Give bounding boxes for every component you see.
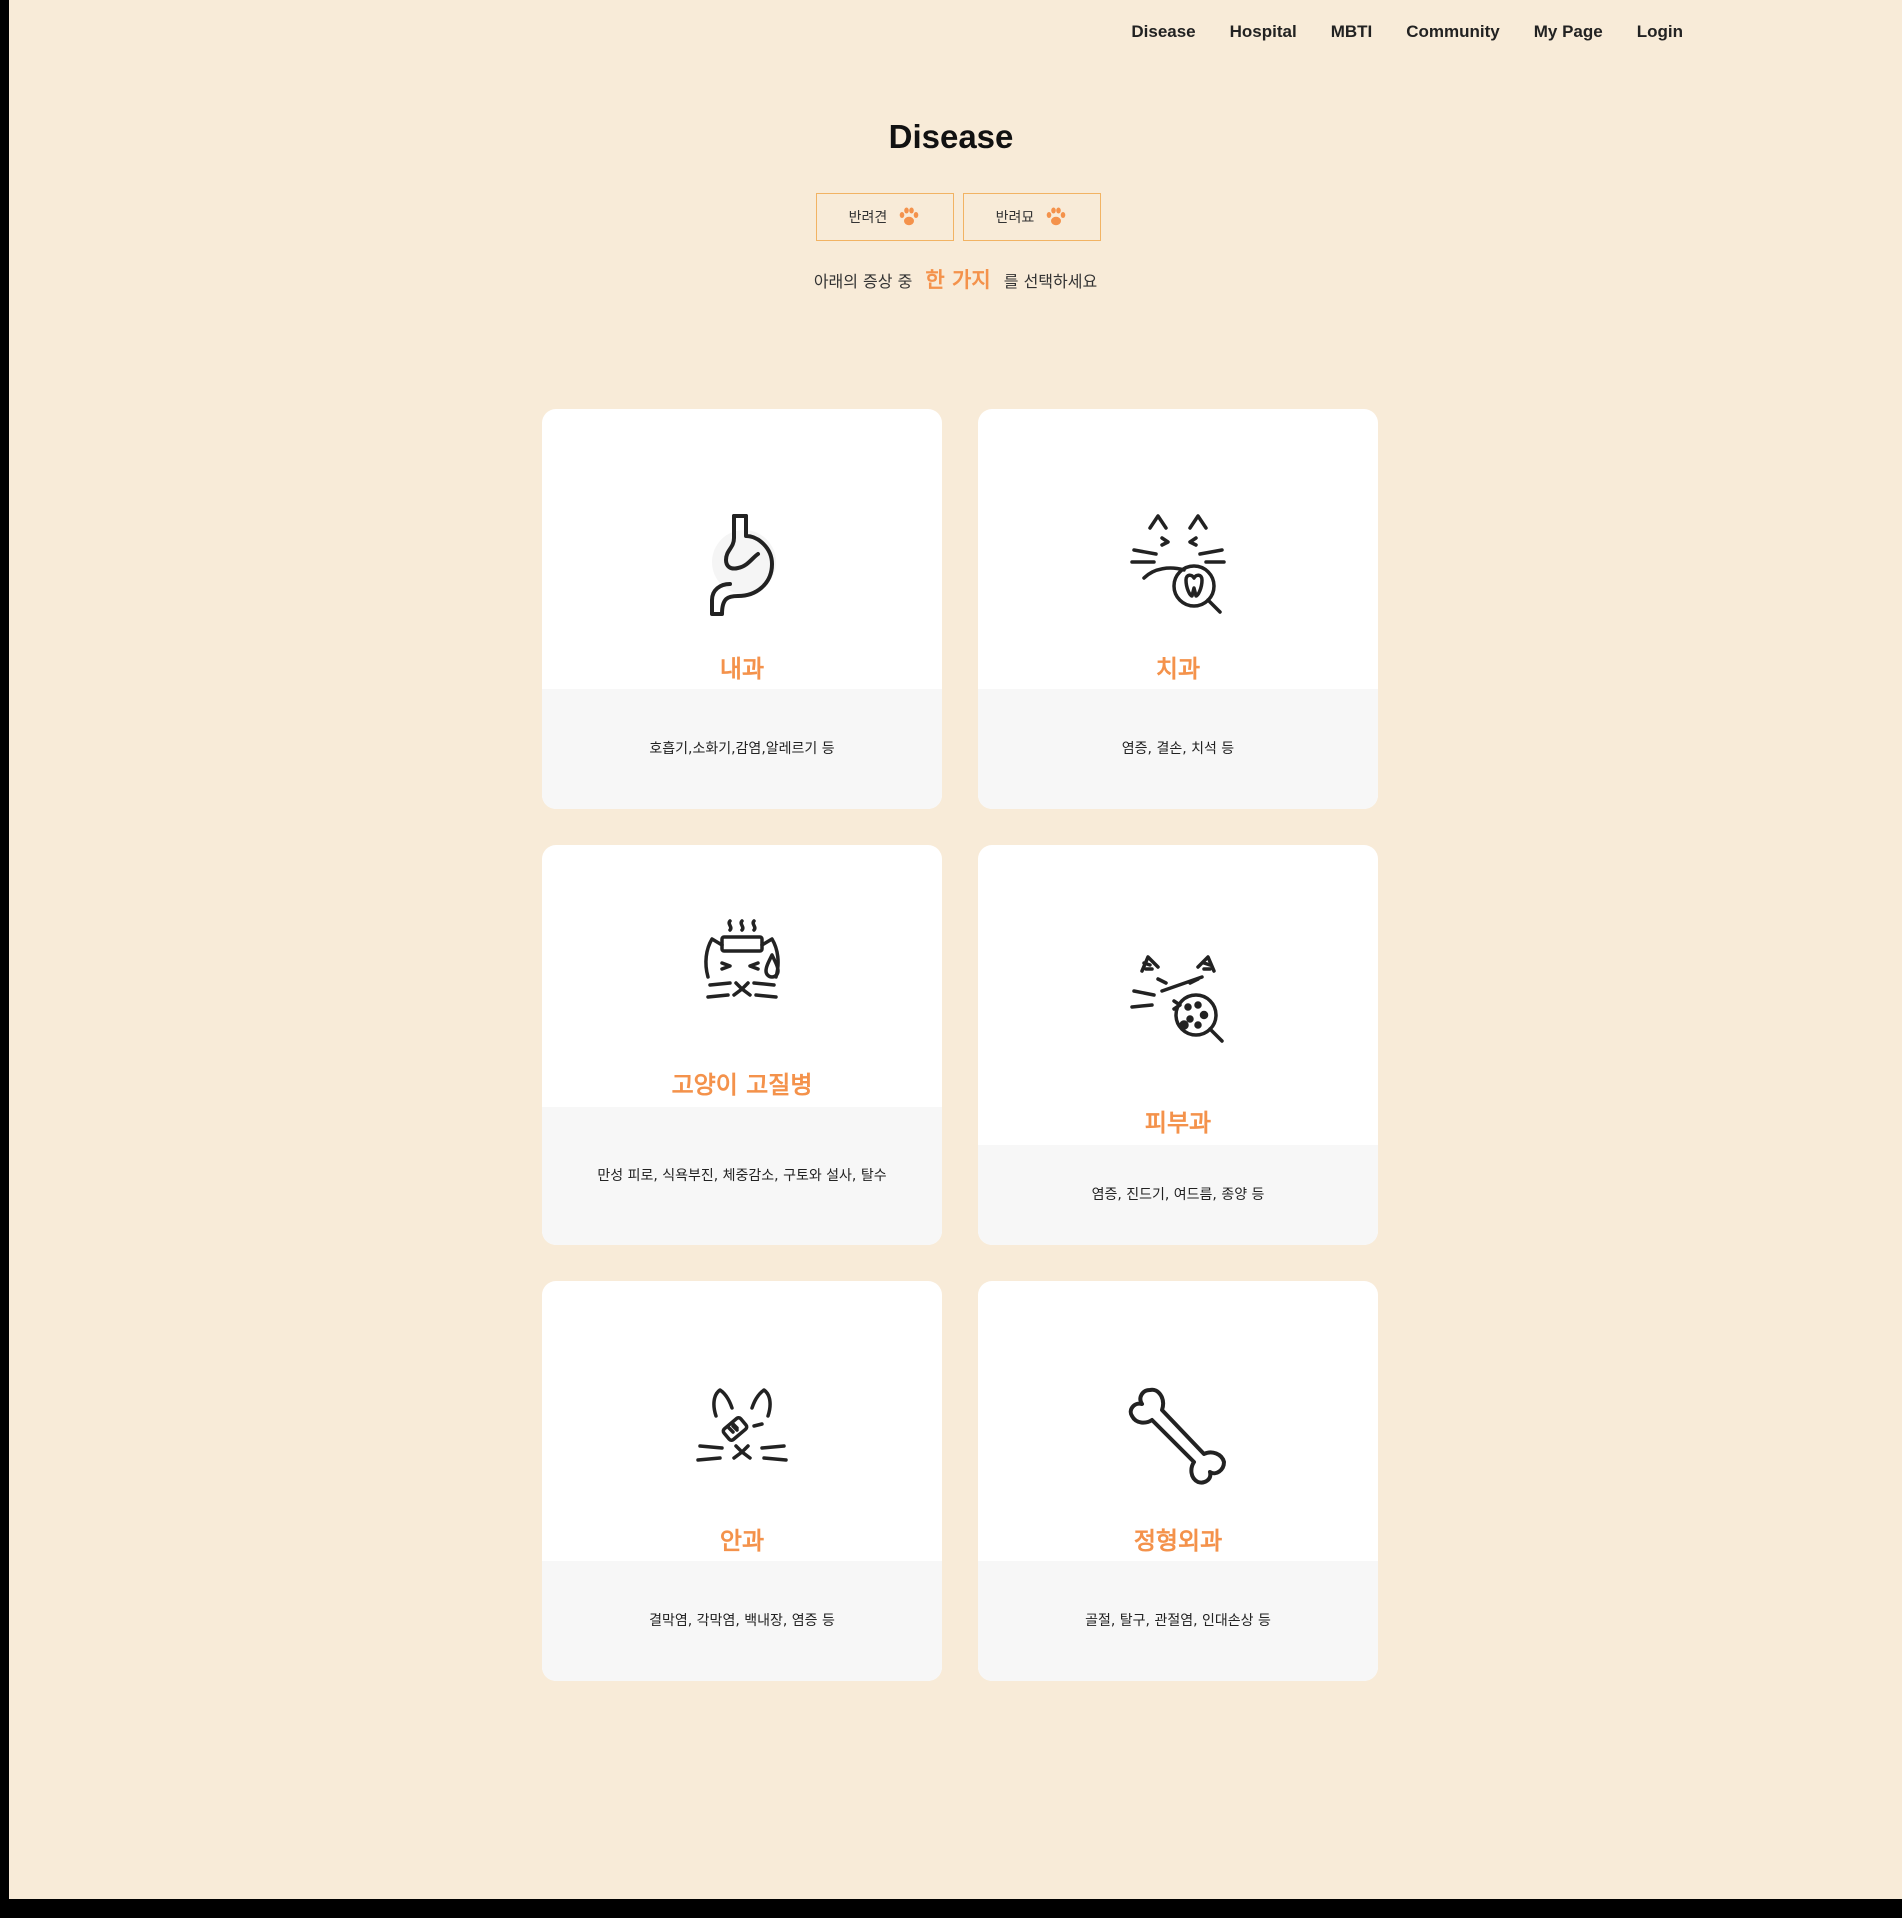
cat-button-label: 반려묘 [995,210,1035,226]
nav-my-page[interactable]: My Page [1534,22,1603,42]
card-top: 치과 [978,409,1378,689]
category-name: 정형외과 [1133,1527,1223,1555]
category-name: 피부과 [1144,1109,1212,1137]
page: Disease Hospital MBTI Community My Page … [9,0,1902,1899]
category-name: 안과 [719,1527,765,1555]
category-desc: 결막염, 각막염, 백내장, 염증 등 [649,1613,835,1629]
nav-mbti[interactable]: MBTI [1331,22,1373,42]
paw-icon [1047,207,1066,226]
pet-type-toggle: 반려견 반려묘 [816,193,1101,241]
category-desc: 염증, 결손, 치석 등 [1121,741,1235,757]
category-desc: 호흡기,소화기,감염,알레르기 등 [649,741,835,757]
category-name: 고양이 고질병 [671,1071,813,1099]
category-desc: 만성 피로, 식욕부진, 체중감소, 구토와 설사, 탈수 [597,1168,887,1184]
card-bottom: 결막염, 각막염, 백내장, 염증 등 [542,1561,942,1681]
dog-button[interactable]: 반려견 [816,193,954,241]
category-card-internal-medicine[interactable]: 내과 호흡기,소화기,감염,알레르기 등 [542,409,942,809]
card-top: 내과 [542,409,942,689]
cat-eye-bandage-icon [682,1376,802,1496]
nav-disease[interactable]: Disease [1131,22,1195,42]
card-bottom: 염증, 진드기, 여드름, 종양 등 [978,1145,1378,1245]
category-card-dermatology[interactable]: 피부과 염증, 진드기, 여드름, 종양 등 [978,845,1378,1245]
category-card-ophthalmology[interactable]: 안과 결막염, 각막염, 백내장, 염증 등 [542,1281,942,1681]
nav-login[interactable]: Login [1637,22,1683,42]
nav-hospital[interactable]: Hospital [1230,22,1297,42]
card-bottom: 염증, 결손, 치석 등 [978,689,1378,809]
card-bottom: 호흡기,소화기,감염,알레르기 등 [542,689,942,809]
cat-tooth-magnifier-icon [1118,504,1238,624]
bone-icon [1118,1376,1238,1496]
card-top: 정형외과 [978,1281,1378,1561]
instruction-highlight: 한 가지 [925,268,991,292]
card-top: 고양이 고질병 [542,845,942,1125]
stomach-icon [682,504,802,624]
cat-fever-icon [682,915,802,1035]
nav-community[interactable]: Community [1406,22,1500,42]
card-top: 안과 [542,1281,942,1561]
card-bottom: 만성 피로, 식욕부진, 체중감소, 구토와 설사, 탈수 [542,1107,942,1245]
category-card-cat-chronic[interactable]: 고양이 고질병 만성 피로, 식욕부진, 체중감소, 구토와 설사, 탈수 [542,845,942,1245]
instruction-before: 아래의 증상 중 [813,272,913,291]
category-name: 내과 [719,655,765,683]
card-bottom: 골절, 탈구, 관절염, 인대손상 등 [978,1561,1378,1681]
dog-button-label: 반려견 [848,210,888,226]
page-title: Disease [888,118,1014,155]
cat-button[interactable]: 반려묘 [963,193,1101,241]
instruction-after: 를 선택하세요 [1003,272,1098,291]
card-top: 피부과 [978,845,1378,1137]
category-name: 치과 [1155,655,1201,683]
instruction-text: 아래의 증상 중 한 가지 를 선택하세요 [9,264,1902,294]
top-nav: Disease Hospital MBTI Community My Page … [1131,22,1683,42]
paw-icon [900,207,919,226]
category-card-dentistry[interactable]: 치과 염증, 결손, 치석 등 [978,409,1378,809]
category-desc: 골절, 탈구, 관절염, 인대손상 등 [1085,1613,1271,1629]
category-card-orthopedics[interactable]: 정형외과 골절, 탈구, 관절염, 인대손상 등 [978,1281,1378,1681]
category-desc: 염증, 진드기, 여드름, 종양 등 [1091,1187,1265,1203]
cat-skin-magnifier-icon [1118,945,1238,1065]
